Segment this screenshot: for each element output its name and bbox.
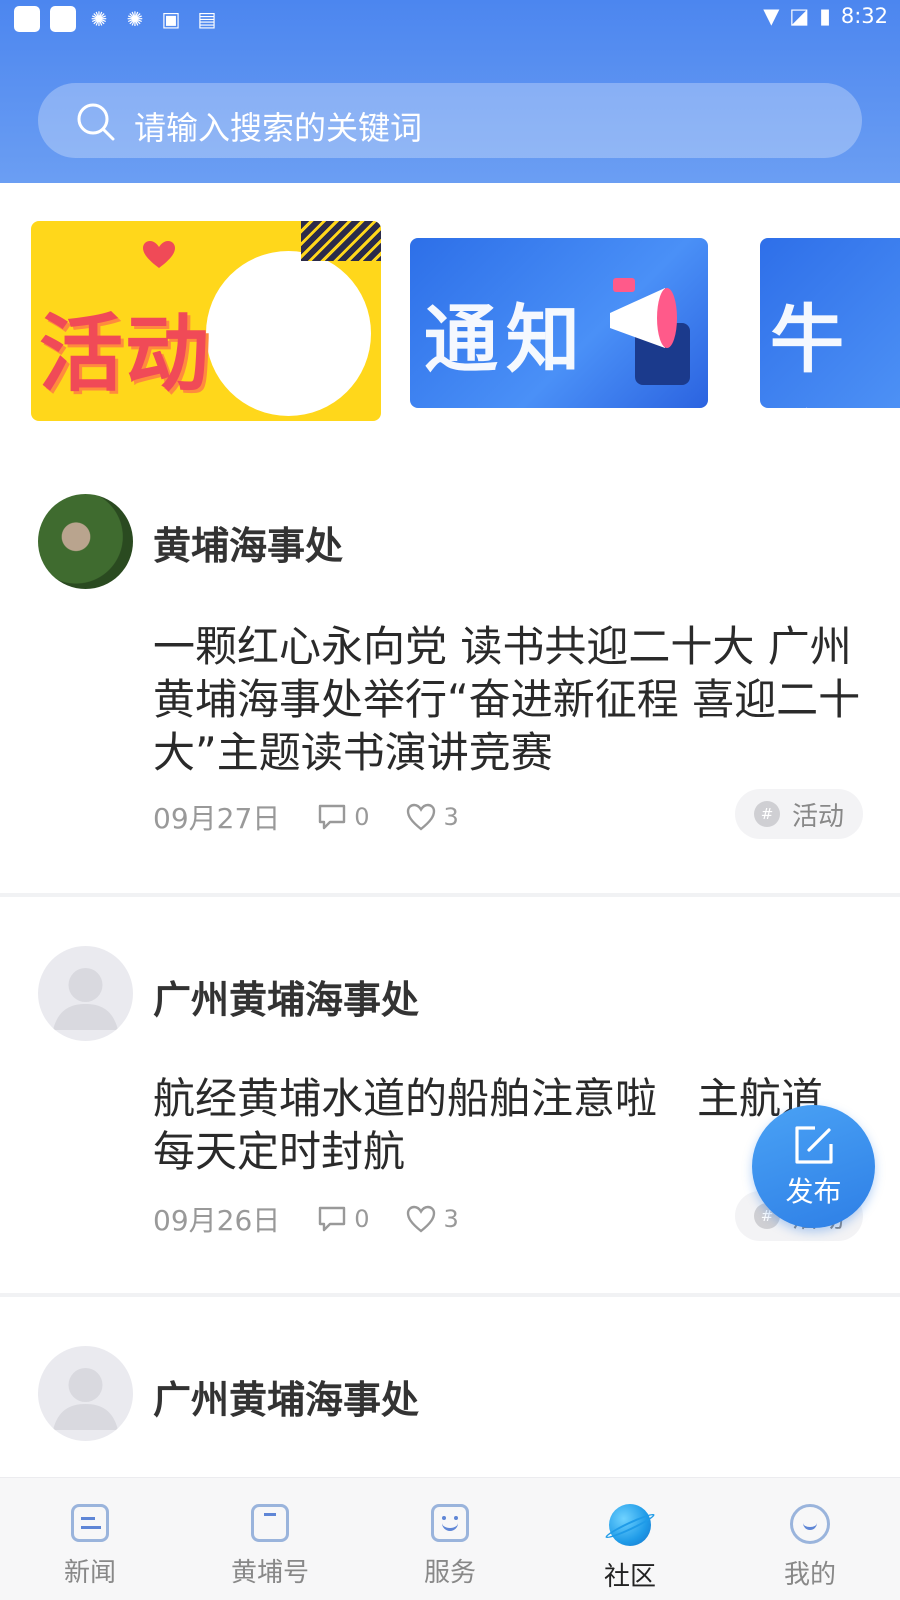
topic-tag[interactable]: # 活动 [735, 789, 863, 839]
wifi-icon: ▼ [763, 4, 780, 28]
comment-icon [319, 1206, 346, 1232]
nav-label: 新闻 [63, 1558, 116, 1588]
battery-charging-icon: ▮ [819, 4, 831, 28]
shutter-icon: ✺ [126, 7, 144, 31]
banner-carousel[interactable]: 活动 通知 牛企 [0, 210, 900, 435]
people-illustration [206, 251, 371, 416]
banner-notice-label: 通知 [424, 297, 588, 383]
avatar[interactable] [38, 494, 133, 589]
post-card[interactable]: 广州黄埔海事处 [0, 1297, 900, 1477]
bookmark-icon [251, 1504, 289, 1542]
avatar[interactable] [38, 1346, 133, 1441]
post-author[interactable]: 黄埔海事处 [153, 515, 343, 570]
post-date: 09月27日 [153, 802, 281, 835]
nav-label: 黄埔号 [230, 1558, 309, 1588]
nav-item-mine[interactable]: 我的 [720, 1478, 900, 1600]
default-avatar-icon [53, 1368, 118, 1430]
nav-item-huangpu-account[interactable]: 黄埔号 [180, 1478, 360, 1600]
post-card[interactable]: 广州黄埔海事处 航经黄埔水道的船舶注意啦 主航道每天定时封航 09月26日 0 … [0, 897, 900, 1295]
post-author[interactable]: 广州黄埔海事处 [153, 1369, 419, 1424]
search-placeholder: 请输入搜索的关键词 [134, 109, 423, 147]
heart-icon [143, 241, 175, 268]
post-card[interactable]: 黄埔海事处 一颗红心永向党 读书共迎二十大 广州黄埔海事处举行“奋进新征程 喜迎… [0, 483, 900, 893]
like-count[interactable]: 3 [406, 1205, 459, 1233]
profile-icon [790, 1504, 830, 1544]
smile-box-icon [431, 1504, 469, 1542]
app-icon [50, 6, 76, 32]
planet-icon [603, 1504, 657, 1546]
topic-tag-label: 活动 [791, 801, 844, 832]
search-input[interactable]: 请输入搜索的关键词 [38, 83, 862, 158]
image-icon: ▣ [161, 7, 181, 31]
like-count-value: 3 [443, 1205, 459, 1233]
banner-activity-label: 活动 [39, 305, 212, 403]
nav-item-community[interactable]: 社区 [540, 1478, 720, 1600]
comment-count-value: 0 [354, 803, 370, 831]
megaphone-icon [610, 278, 690, 385]
publish-label: 发布 [785, 1174, 842, 1208]
comment-count[interactable]: 0 [318, 803, 370, 831]
nav-label: 我的 [783, 1560, 836, 1590]
status-right-icons: ▼ ◪ ▮ 8:32 [763, 4, 888, 28]
comment-count[interactable]: 0 [318, 1205, 370, 1233]
nav-item-service[interactable]: 服务 [360, 1478, 540, 1600]
status-left-icons: ✺ ✺ ▣ ▤ [14, 6, 220, 32]
status-bar: ✺ ✺ ▣ ▤ ▼ ◪ ▮ 8:32 [0, 0, 900, 38]
post-author[interactable]: 广州黄埔海事处 [153, 969, 419, 1024]
comment-count-value: 0 [354, 1205, 370, 1233]
publish-button[interactable]: 发布 [752, 1105, 875, 1228]
bottom-nav: 新闻 黄埔号 服务 社区 我的 [0, 1477, 900, 1600]
post-date: 09月26日 [153, 1204, 281, 1237]
post-title[interactable]: 一颗红心永向党 读书共迎二十大 广州黄埔海事处举行“奋进新征程 喜迎二十大”主题… [153, 620, 863, 779]
post-meta: 09月26日 0 3 [153, 1199, 495, 1239]
like-count[interactable]: 3 [406, 803, 459, 831]
banner-notice[interactable]: 通知 [410, 238, 708, 408]
default-avatar-icon [53, 968, 118, 1030]
app-icon [14, 6, 40, 32]
nav-label: 服务 [423, 1558, 476, 1588]
banner-activity[interactable]: 活动 [31, 221, 381, 421]
solar-panel-decoration [301, 221, 381, 261]
heart-outline-icon [406, 803, 435, 831]
no-signal-icon: ◪ [789, 4, 810, 28]
header: ✺ ✺ ▣ ▤ ▼ ◪ ▮ 8:32 请输入搜索的关键词 [0, 0, 900, 183]
banner-third-label: 牛企 [770, 297, 852, 408]
avatar[interactable] [38, 946, 133, 1041]
status-time: 8:32 [840, 4, 888, 28]
search-icon [77, 103, 115, 141]
like-count-value: 3 [443, 803, 459, 831]
post-meta: 09月27日 0 3 [153, 797, 495, 837]
nav-item-news[interactable]: 新闻 [0, 1478, 180, 1600]
comment-icon [319, 804, 346, 830]
banner-third[interactable]: 牛企 [760, 238, 900, 408]
hash-icon: # [753, 801, 780, 827]
edit-icon [794, 1125, 833, 1164]
nav-label: 社区 [603, 1562, 656, 1592]
heart-outline-icon [406, 1205, 435, 1233]
font-icon: ▤ [197, 7, 217, 31]
shutter-icon: ✺ [90, 7, 108, 31]
news-icon [71, 1504, 109, 1542]
